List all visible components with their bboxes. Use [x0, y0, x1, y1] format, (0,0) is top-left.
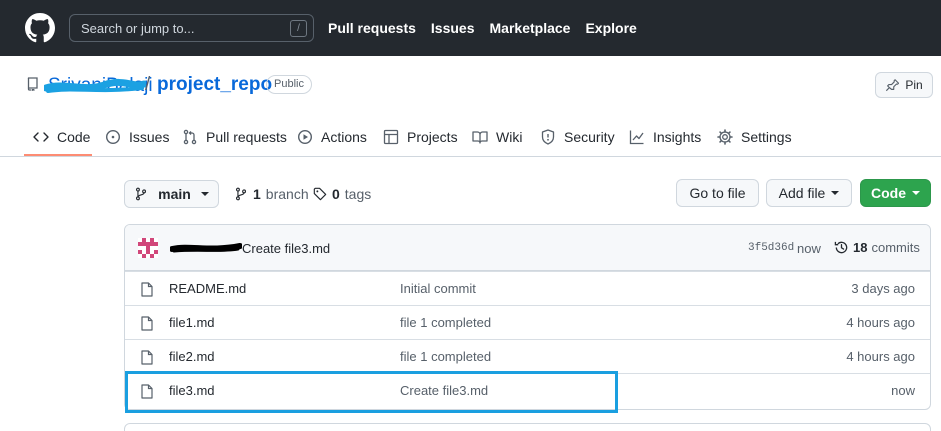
history-icon	[834, 241, 848, 254]
file-commit-message[interactable]: file 1 completed	[400, 349, 491, 364]
tag-count: 0	[332, 186, 340, 202]
repo-icon	[27, 77, 38, 91]
repo-path-separator: /	[145, 74, 151, 95]
commit-sha[interactable]: 3f5d36d	[748, 242, 794, 254]
pin-icon	[886, 79, 900, 92]
go-to-file-label: Go to file	[689, 185, 746, 201]
tag-icon	[313, 187, 327, 201]
tab-wiki-label: Wiki	[496, 129, 523, 145]
go-to-file-button[interactable]: Go to file	[676, 179, 759, 207]
file-name[interactable]: file2.md	[169, 349, 215, 364]
tab-actions[interactable]: Actions	[297, 118, 367, 156]
repo-name-link[interactable]: project_repo	[157, 74, 272, 96]
file-age: 4 hours ago	[846, 349, 915, 364]
table-icon	[383, 129, 399, 145]
file-name[interactable]: file1.md	[169, 315, 215, 330]
file-name[interactable]: README.md	[169, 281, 246, 296]
search-input[interactable]: Search or jump to... /	[69, 14, 314, 42]
tab-settings-label: Settings	[741, 129, 792, 145]
pin-button[interactable]: Pin	[875, 72, 933, 98]
chevron-down-icon	[200, 192, 209, 196]
chevron-down-icon	[912, 191, 920, 195]
tab-code[interactable]: Code	[33, 118, 90, 156]
file-age: 4 hours ago	[846, 315, 915, 330]
github-logo-icon[interactable]	[25, 13, 55, 43]
redaction-scribble	[170, 243, 242, 253]
nav-explore[interactable]: Explore	[585, 20, 636, 36]
visibility-badge: Public	[266, 75, 312, 94]
branch-name: main	[158, 186, 191, 202]
file-age: 3 days ago	[851, 281, 915, 296]
nav-issues[interactable]: Issues	[431, 20, 475, 36]
search-placeholder: Search or jump to...	[81, 21, 195, 36]
add-file-button[interactable]: Add file	[766, 179, 852, 207]
branches-link[interactable]: 1 branch	[234, 186, 309, 202]
chevron-down-icon	[831, 191, 840, 195]
tags-link[interactable]: 0 tags	[313, 186, 371, 202]
file-age: now	[891, 383, 915, 398]
repo-tab-nav: Code Issues Pull requests Actions Projec…	[0, 118, 941, 157]
file-commit-message[interactable]: Initial commit	[400, 281, 476, 296]
tab-issues[interactable]: Issues	[105, 118, 169, 156]
tag-word: tags	[344, 186, 372, 202]
tab-security[interactable]: Security	[540, 118, 615, 156]
file-row[interactable]: file1.md file 1 completed 4 hours ago	[125, 305, 930, 339]
slash-shortcut-key: /	[290, 20, 307, 37]
active-tab-indicator	[24, 154, 92, 156]
tab-wiki[interactable]: Wiki	[472, 118, 522, 156]
tab-pull-requests-label: Pull requests	[206, 129, 287, 145]
redaction-scribble	[44, 78, 146, 93]
branch-select-button[interactable]: main	[124, 180, 219, 208]
branch-icon	[136, 187, 147, 201]
file-icon	[141, 316, 153, 331]
latest-commit-message[interactable]: Create file3.md	[242, 241, 330, 256]
commit-word: commits	[871, 240, 920, 255]
graph-icon	[629, 130, 644, 145]
tab-insights[interactable]: Insights	[629, 118, 701, 156]
pin-label: Pin	[905, 78, 923, 92]
file-commit-message[interactable]: file 1 completed	[400, 315, 491, 330]
tab-code-label: Code	[57, 129, 91, 145]
commit-time: now	[797, 241, 821, 256]
book-icon	[472, 131, 488, 144]
file-icon	[141, 350, 153, 365]
global-header: Search or jump to... / Pull requests Iss…	[0, 0, 941, 56]
readme-box	[124, 423, 931, 431]
avatar[interactable]	[138, 238, 158, 258]
pull-request-icon	[183, 129, 197, 145]
branch-icon	[235, 187, 247, 201]
tab-settings[interactable]: Settings	[717, 118, 792, 156]
tab-security-label: Security	[564, 129, 615, 145]
file-row[interactable]: README.md Initial commit 3 days ago	[125, 271, 930, 305]
branch-word: branch	[265, 186, 309, 202]
tab-pull-requests[interactable]: Pull requests	[182, 118, 287, 156]
latest-commit-bar: Create file3.md 3f5d36d now 18 commits	[125, 225, 930, 271]
nav-marketplace[interactable]: Marketplace	[490, 20, 571, 36]
tab-projects-label: Projects	[407, 129, 458, 145]
branch-count: 1	[253, 186, 261, 202]
code-icon	[33, 132, 49, 142]
tab-projects[interactable]: Projects	[383, 118, 458, 156]
commits-history-link[interactable]: 18 commits	[834, 240, 920, 255]
gear-icon	[717, 129, 733, 145]
code-button[interactable]: Code	[860, 179, 931, 207]
add-file-label: Add file	[778, 185, 826, 201]
shield-icon	[541, 129, 555, 145]
commit-count: 18	[853, 240, 868, 255]
tab-actions-label: Actions	[321, 129, 367, 145]
play-icon	[297, 129, 313, 145]
annotation-highlight-box	[125, 371, 618, 413]
global-nav: Pull requests Issues Marketplace Explore	[328, 20, 637, 36]
tab-issues-label: Issues	[129, 129, 170, 145]
nav-pull-requests[interactable]: Pull requests	[328, 20, 416, 36]
issue-icon	[105, 129, 121, 145]
file-icon	[141, 282, 153, 297]
file-row[interactable]: file2.md file 1 completed 4 hours ago	[125, 339, 930, 373]
tab-insights-label: Insights	[653, 129, 702, 145]
code-button-label: Code	[871, 185, 906, 201]
